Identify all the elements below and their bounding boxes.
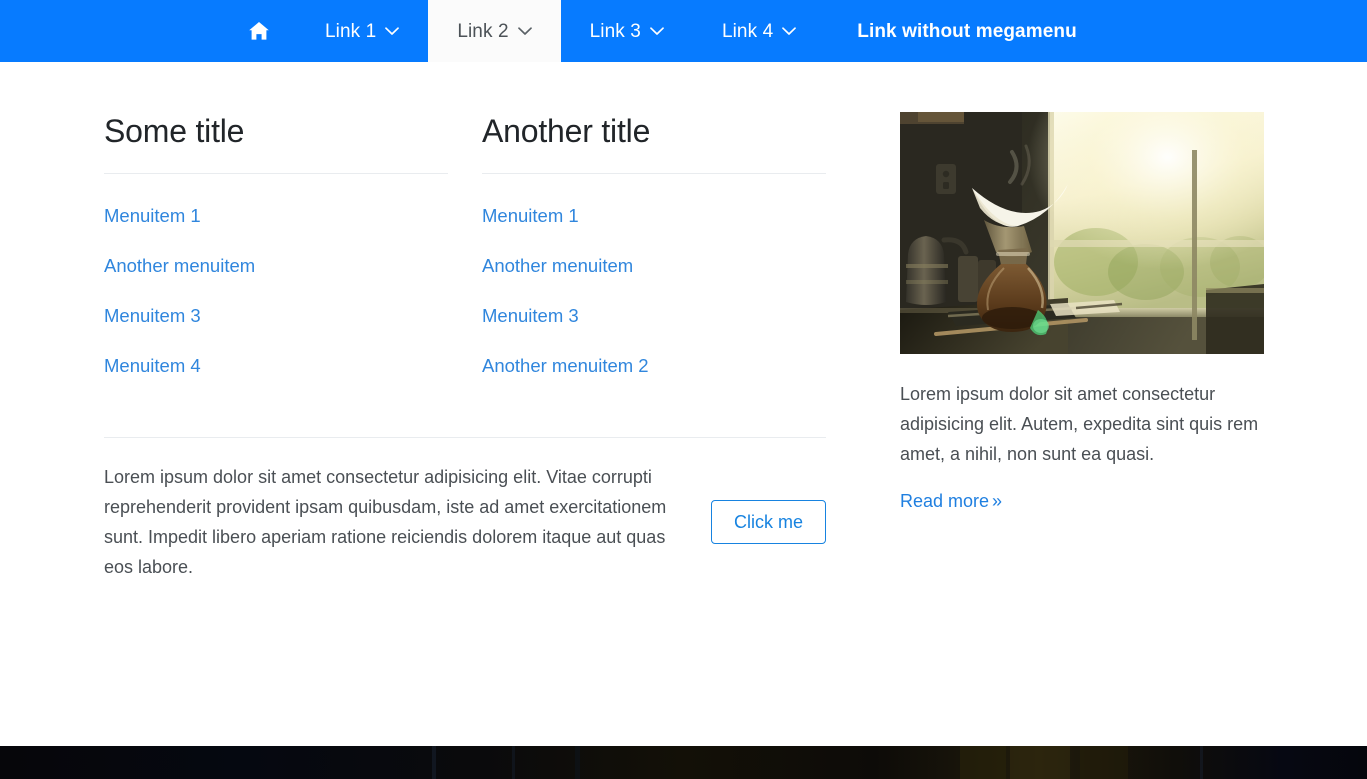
hero-image-top-edge: [0, 746, 1367, 779]
menu-link[interactable]: Menuitem 1: [104, 205, 201, 226]
menu-link[interactable]: Menuitem 4: [104, 355, 201, 376]
coffee-brewer-photo-illustration: [900, 112, 1264, 354]
menu-link[interactable]: Another menuitem 2: [482, 355, 649, 376]
menu-link[interactable]: Menuitem 1: [482, 205, 579, 226]
megamenu-footer: Lorem ipsum dolor sit amet consectetur a…: [104, 462, 826, 582]
chevron-down-icon: [650, 26, 664, 36]
nav-item-label: Link without megamenu: [857, 20, 1077, 42]
double-chevron-right-icon: »: [992, 491, 1003, 511]
nav-item-link-4[interactable]: Link 4: [693, 0, 825, 62]
megamenu-column-second: Another title Menuitem 1 Another menuite…: [482, 62, 860, 377]
hero-image-strip: [0, 746, 1367, 779]
megamenu-columns: Some title Menuitem 1 Another menuitem M…: [104, 62, 1268, 512]
chevron-down-icon: [385, 26, 400, 36]
list-item: Menuitem 4: [104, 357, 482, 377]
list-item: Another menuitem: [104, 257, 482, 277]
megamenu-column-first: Some title Menuitem 1 Another menuitem M…: [104, 62, 482, 377]
nav-item-link-1[interactable]: Link 1: [296, 0, 428, 62]
menu-link[interactable]: Menuitem 3: [104, 305, 201, 326]
home-icon: [248, 21, 270, 41]
menu-list-second: Menuitem 1 Another menuitem Menuitem 3 A…: [482, 174, 860, 377]
column-title: Some title: [104, 113, 245, 149]
list-item: Another menuitem 2: [482, 357, 860, 377]
chevron-down-icon: [782, 26, 797, 36]
chevron-down-icon: [517, 26, 532, 36]
list-item: Another menuitem: [482, 257, 860, 277]
nav-item-label: Link 4: [721, 20, 774, 42]
nav-item-link-2[interactable]: Link 2: [428, 0, 561, 62]
nav-item-label: Link 3: [589, 20, 641, 42]
promo-image: [900, 112, 1264, 354]
page-root: Link 1 Link 2 Link 3 Link 4 Link without…: [0, 0, 1367, 779]
footer-paragraph: Lorem ipsum dolor sit amet consectetur a…: [104, 467, 667, 577]
megamenu-column-third: Lorem ipsum dolor sit amet consectetur a…: [900, 62, 1264, 512]
list-item: Menuitem 1: [104, 207, 482, 227]
menu-link[interactable]: Menuitem 3: [482, 305, 579, 326]
nav-item-home[interactable]: [222, 0, 296, 62]
nav-item-label: Link 1: [325, 20, 377, 42]
list-item: Menuitem 3: [104, 307, 482, 327]
nav-item-link-3[interactable]: Link 3: [561, 0, 693, 62]
menu-list-first: Menuitem 1 Another menuitem Menuitem 3 M…: [104, 174, 482, 377]
nav-item-label: Link 2: [457, 20, 509, 42]
click-me-button[interactable]: Click me: [710, 500, 826, 544]
footer-divider: [104, 437, 826, 438]
list-item: Menuitem 1: [482, 207, 860, 227]
menu-link[interactable]: Another menuitem: [482, 255, 633, 276]
menu-link[interactable]: Another menuitem: [104, 255, 255, 276]
column-title: Another title: [482, 113, 651, 149]
list-item: Menuitem 3: [482, 307, 860, 327]
read-more-label: Read more: [900, 491, 990, 511]
megamenu-panel: Some title Menuitem 1 Another menuitem M…: [0, 62, 1367, 746]
nav-item-link-without-megamenu[interactable]: Link without megamenu: [825, 0, 1109, 62]
promo-paragraph: Lorem ipsum dolor sit amet consectetur a…: [900, 384, 1259, 464]
main-navbar: Link 1 Link 2 Link 3 Link 4 Link without…: [0, 0, 1367, 62]
read-more-link[interactable]: Read more»: [900, 491, 1002, 512]
